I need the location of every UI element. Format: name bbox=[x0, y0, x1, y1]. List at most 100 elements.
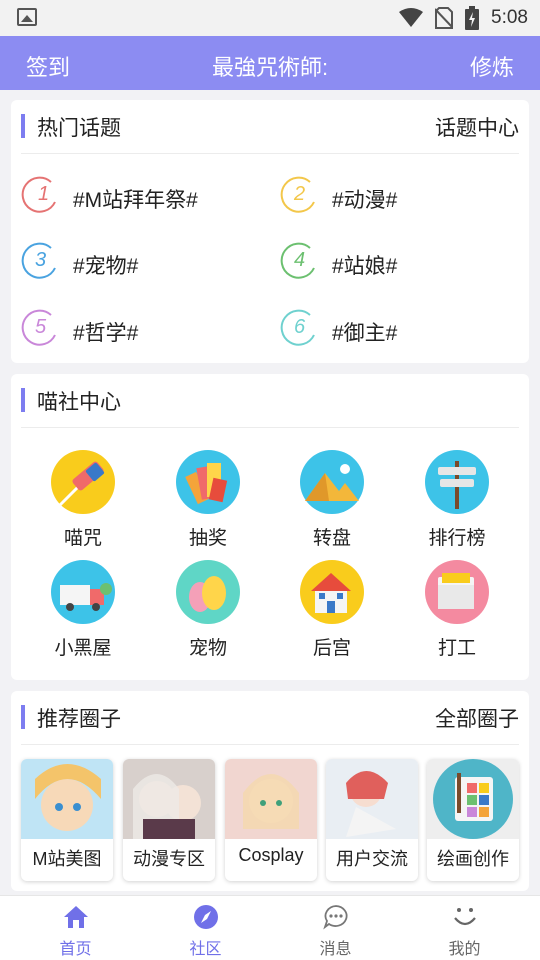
grid-item-label: 喵咒 bbox=[63, 528, 102, 549]
topic-item[interactable]: 1 #M站拜年祭# bbox=[21, 176, 261, 220]
rank-5-icon: 5 bbox=[21, 309, 56, 346]
grid-item-label: 宠物 bbox=[188, 638, 227, 659]
pyramid-icon bbox=[300, 450, 364, 514]
hot-topics-card: 热门话题 话题中心 1 #M站拜年祭# 2 #动漫# 3 #宠物# 4 #站娘#… bbox=[11, 100, 529, 363]
battery-icon bbox=[465, 6, 480, 30]
circle-card[interactable]: 动漫专区 bbox=[123, 759, 215, 881]
signpost-icon bbox=[425, 450, 489, 514]
svg-text:6: 6 bbox=[294, 316, 306, 338]
community-center-card: 喵社中心 喵咒 抽奖 转盘 排行榜 小黑屋 宠物 后宫 打工 bbox=[11, 374, 529, 680]
status-bar: 5:08 bbox=[0, 0, 540, 36]
circle-label: 绘画创作 bbox=[437, 849, 509, 869]
topic-item[interactable]: 5 #哲学# bbox=[21, 309, 261, 353]
svg-text:2: 2 bbox=[293, 183, 305, 205]
topic-item[interactable]: 3 #宠物# bbox=[21, 242, 261, 286]
folder-icon bbox=[425, 560, 489, 624]
palette-icon bbox=[427, 759, 519, 839]
clock: 5:08 bbox=[491, 7, 528, 28]
nav-messages[interactable]: 消息 bbox=[268, 896, 403, 960]
topic-item[interactable]: 2 #动漫# bbox=[280, 176, 520, 220]
topic-label: #M站拜年祭# bbox=[73, 189, 198, 212]
topic-label: #御主# bbox=[332, 322, 398, 345]
circle-label: Cosplay bbox=[238, 845, 304, 865]
topic-label: #宠物# bbox=[73, 255, 139, 278]
section-accent-bar bbox=[21, 705, 25, 729]
grid-item-work[interactable]: 打工 bbox=[402, 559, 512, 663]
home-icon bbox=[63, 906, 88, 928]
topic-label: #站娘# bbox=[332, 255, 398, 278]
topic-label: #动漫# bbox=[332, 189, 398, 212]
grid-item-label: 打工 bbox=[437, 638, 476, 659]
grid-item-label: 抽奖 bbox=[188, 528, 227, 549]
rank-3-icon: 3 bbox=[21, 242, 56, 279]
circle-card[interactable]: 绘画创作 bbox=[427, 759, 519, 881]
nav-label: 消息 bbox=[319, 941, 352, 958]
circle-cover-image bbox=[21, 759, 113, 839]
grid-item-label: 排行榜 bbox=[428, 528, 486, 549]
circle-label: 用户交流 bbox=[336, 849, 408, 869]
section-title: 推荐圈子 bbox=[37, 708, 121, 731]
section-header: 喵社中心 bbox=[21, 374, 519, 428]
circle-label: M站美图 bbox=[32, 849, 102, 869]
svg-text:4: 4 bbox=[294, 249, 305, 271]
grid-item-label: 后宫 bbox=[312, 638, 351, 659]
chat-icon bbox=[322, 905, 347, 930]
no-sim-icon bbox=[435, 7, 454, 29]
circle-cover-image bbox=[326, 759, 418, 839]
grid-item-ranking[interactable]: 排行榜 bbox=[402, 449, 512, 553]
grid-item-harem[interactable]: 后宫 bbox=[277, 559, 387, 663]
section-accent-bar bbox=[21, 388, 25, 412]
recommended-circles-card: 推荐圈子 全部圈子 M站美图 动漫专区 Cosplay 用户交流 绘画创作 bbox=[11, 691, 529, 891]
circle-card[interactable]: 用户交流 bbox=[326, 759, 418, 881]
grid-item-label: 转盘 bbox=[312, 528, 351, 549]
egg-icon bbox=[176, 560, 240, 624]
cultivate-button[interactable]: 修炼 bbox=[470, 50, 514, 82]
topic-center-link[interactable]: 话题中心 bbox=[435, 112, 519, 142]
grid-item-label: 小黑屋 bbox=[54, 638, 112, 659]
top-header: 签到 最強咒術師: 修炼 bbox=[0, 36, 540, 90]
circle-card[interactable]: Cosplay bbox=[225, 759, 317, 881]
circle-cover-image bbox=[225, 759, 317, 839]
rank-4-icon: 4 bbox=[280, 242, 315, 279]
grid-item-miaozhou[interactable]: 喵咒 bbox=[28, 449, 138, 553]
svg-text:1: 1 bbox=[38, 183, 49, 205]
section-title: 喵社中心 bbox=[37, 391, 121, 414]
nav-community[interactable]: 社区 bbox=[138, 896, 273, 960]
section-title: 热门话题 bbox=[37, 117, 121, 140]
smile-icon bbox=[453, 908, 476, 926]
topic-item[interactable]: 6 #御主# bbox=[280, 309, 520, 353]
compass-icon bbox=[193, 905, 218, 929]
image-notification-icon bbox=[17, 8, 37, 26]
circle-card[interactable]: M站美图 bbox=[21, 759, 113, 881]
grid-item-blackroom[interactable]: 小黑屋 bbox=[28, 559, 138, 663]
rank-6-icon: 6 bbox=[280, 309, 315, 346]
nav-label: 首页 bbox=[59, 941, 92, 958]
page-title: 最強咒術師: bbox=[211, 55, 329, 80]
color-swatch-icon bbox=[176, 450, 240, 514]
grid-item-turntable[interactable]: 转盘 bbox=[277, 449, 387, 553]
topic-label: #哲学# bbox=[73, 322, 139, 345]
circle-label: 动漫专区 bbox=[133, 849, 205, 869]
nav-home[interactable]: 首页 bbox=[8, 896, 143, 960]
svg-text:3: 3 bbox=[35, 249, 46, 271]
rank-2-icon: 2 bbox=[280, 176, 315, 213]
nav-label: 社区 bbox=[189, 941, 222, 958]
nav-profile[interactable]: 我的 bbox=[397, 896, 532, 960]
section-header: 热门话题 话题中心 bbox=[21, 100, 519, 154]
truck-icon bbox=[51, 560, 115, 624]
circle-cover-image bbox=[123, 759, 215, 839]
bottom-navigation: 首页 社区 消息 我的 bbox=[0, 895, 540, 960]
topic-item[interactable]: 4 #站娘# bbox=[280, 242, 520, 286]
status-icons: 5:08 bbox=[399, 6, 528, 30]
svg-text:5: 5 bbox=[35, 316, 47, 338]
house-icon bbox=[300, 560, 364, 624]
nav-label: 我的 bbox=[448, 941, 481, 958]
rank-1-icon: 1 bbox=[21, 176, 56, 213]
section-accent-bar bbox=[21, 114, 25, 138]
eraser-icon bbox=[51, 450, 115, 514]
all-circles-link[interactable]: 全部圈子 bbox=[435, 703, 519, 733]
wifi-icon bbox=[399, 8, 424, 27]
section-header: 推荐圈子 全部圈子 bbox=[21, 691, 519, 745]
grid-item-lottery[interactable]: 抽奖 bbox=[153, 449, 263, 553]
grid-item-pet[interactable]: 宠物 bbox=[153, 559, 263, 663]
